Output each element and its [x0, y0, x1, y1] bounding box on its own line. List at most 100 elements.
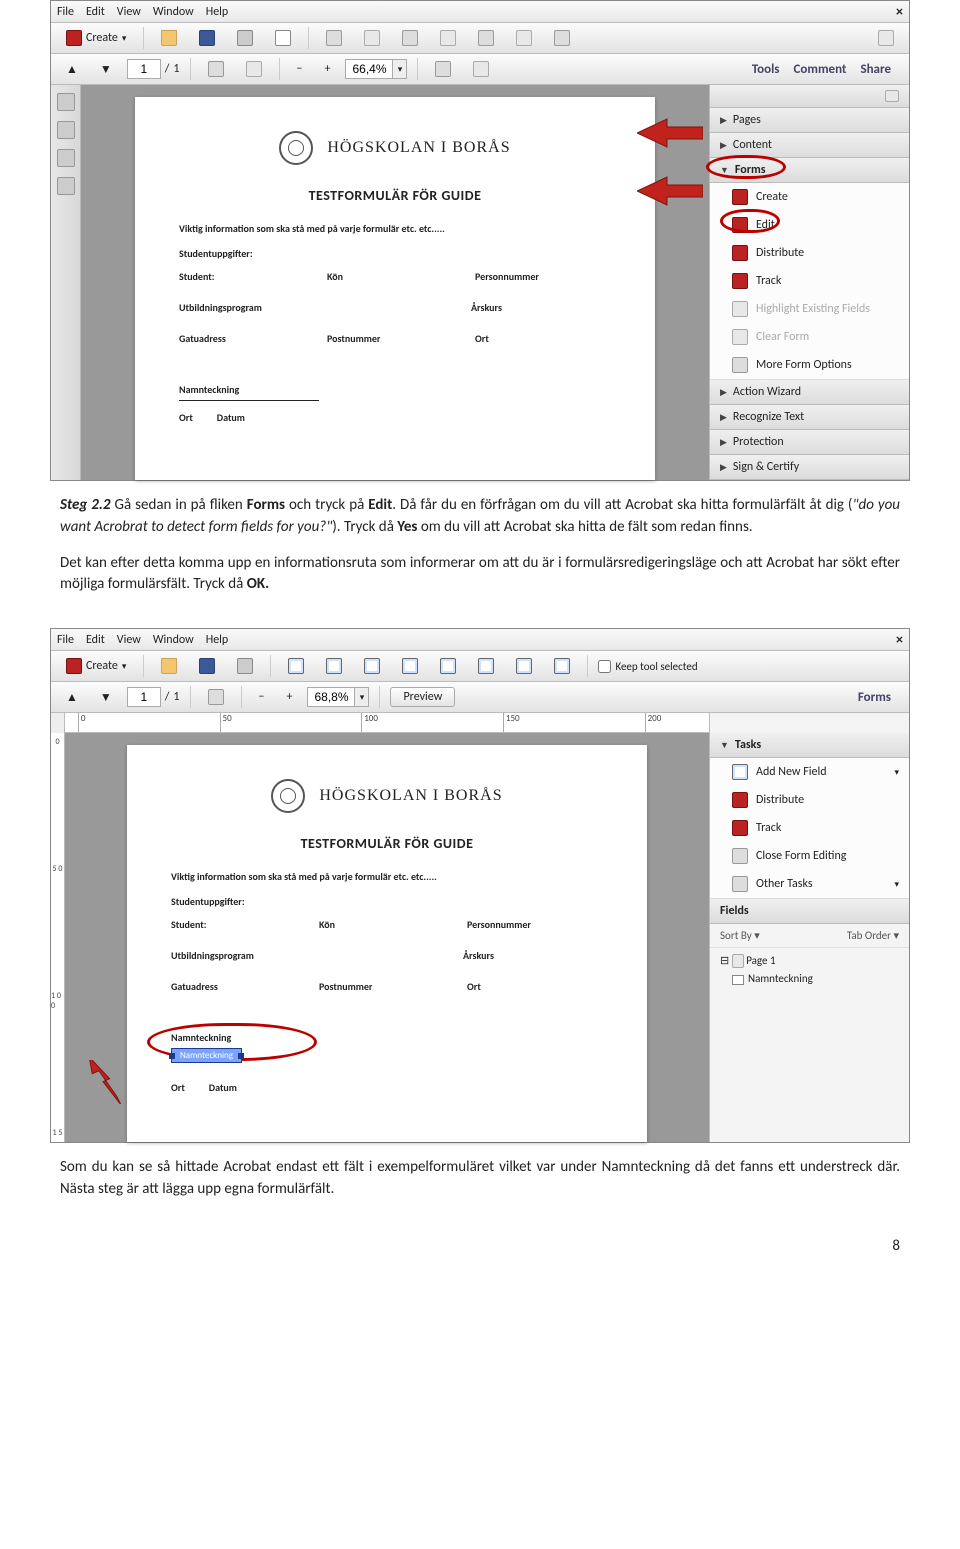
- tree-page1[interactable]: ⊟ Page 1: [720, 952, 899, 970]
- page-input[interactable]: [127, 59, 161, 79]
- panel-plus-icon[interactable]: [710, 85, 909, 108]
- task-other[interactable]: Other Tasks▾: [710, 870, 909, 898]
- panel-forms[interactable]: ▼Forms: [710, 158, 909, 183]
- menu-window[interactable]: Window: [153, 5, 194, 19]
- menu-help[interactable]: Help: [206, 5, 229, 19]
- page-up-icon[interactable]: ▲: [59, 59, 85, 80]
- tool-generic-3-icon[interactable]: [395, 27, 425, 49]
- close-icon[interactable]: ×: [896, 3, 903, 20]
- lbl-prog: Utbildningsprogram: [179, 301, 459, 314]
- field-sign-icon[interactable]: [509, 655, 539, 677]
- expand-panel-icon[interactable]: [871, 27, 901, 49]
- save-icon[interactable]: [192, 27, 222, 49]
- forms-edit[interactable]: Edit: [710, 211, 909, 239]
- preview-button[interactable]: Preview: [390, 687, 455, 707]
- field-barcode-icon[interactable]: [547, 655, 577, 677]
- forms-section: Create Edit Distribute Track Highlight E…: [710, 183, 909, 380]
- zoom2-in-icon[interactable]: +: [280, 687, 300, 707]
- tool-generic-6-icon[interactable]: [509, 27, 539, 49]
- create-button[interactable]: Create ▾: [59, 27, 133, 49]
- task-close[interactable]: Close Form Editing: [710, 842, 909, 870]
- page-down-icon[interactable]: ▼: [93, 59, 119, 80]
- zoom-in-icon[interactable]: +: [318, 59, 338, 79]
- view-b-icon[interactable]: [466, 58, 496, 80]
- panel-protection[interactable]: ▶Protection: [710, 430, 909, 455]
- menu2-file[interactable]: File: [57, 633, 74, 647]
- lbl-kon: Kön: [327, 270, 463, 283]
- create-label: Create: [86, 31, 118, 45]
- link-tools[interactable]: Tools: [752, 62, 780, 77]
- save2-icon[interactable]: [192, 655, 222, 677]
- task-add-field[interactable]: Add New Field▾: [710, 758, 909, 786]
- acrobat-window-1: File Edit View Window Help × Create ▾ ▲ …: [50, 0, 910, 481]
- forms-track[interactable]: Track: [710, 267, 909, 295]
- tree-field-namnteckning[interactable]: Namnteckning: [720, 970, 899, 987]
- detected-field-label[interactable]: Namnteckning: [171, 1048, 242, 1063]
- link2-forms[interactable]: Forms: [858, 690, 891, 705]
- zoom2-input[interactable]: [307, 687, 355, 707]
- create2-button[interactable]: Create ▾: [59, 655, 133, 677]
- thumbnails-icon[interactable]: [57, 93, 75, 111]
- menu-file[interactable]: File: [57, 5, 74, 19]
- tool-generic-2-icon[interactable]: [357, 27, 387, 49]
- task-distribute[interactable]: Distribute: [710, 786, 909, 814]
- zoom2-out-icon[interactable]: −: [252, 687, 272, 707]
- field-check-icon[interactable]: [319, 655, 349, 677]
- attachments-icon[interactable]: [57, 149, 75, 167]
- open-icon[interactable]: [154, 27, 184, 49]
- page2-input[interactable]: [127, 687, 161, 707]
- sortby-button[interactable]: Sort By ▾: [720, 929, 760, 942]
- forms-more[interactable]: More Form Options: [710, 351, 909, 379]
- panel-sign[interactable]: ▶Sign & Certify: [710, 455, 909, 480]
- menu2-help[interactable]: Help: [206, 633, 229, 647]
- page2-up-icon[interactable]: ▲: [59, 687, 85, 708]
- panel-recognize[interactable]: ▶Recognize Text: [710, 405, 909, 430]
- link-share[interactable]: Share: [860, 62, 891, 77]
- tool-generic-7-icon[interactable]: [547, 27, 577, 49]
- field-combo-icon[interactable]: [433, 655, 463, 677]
- fields-header[interactable]: Fields: [710, 899, 909, 924]
- panel-pages[interactable]: ▶Pages: [710, 108, 909, 133]
- tool-generic-4-icon[interactable]: [433, 27, 463, 49]
- zoom2-dropdown-icon[interactable]: ▾: [355, 687, 369, 707]
- tool-generic-1-icon[interactable]: [319, 27, 349, 49]
- field-list-icon[interactable]: [395, 655, 425, 677]
- bookmarks-icon[interactable]: [57, 121, 75, 139]
- forms-highlight: Highlight Existing Fields: [710, 295, 909, 323]
- view-a-icon[interactable]: [428, 58, 458, 80]
- menu2-view[interactable]: View: [117, 633, 141, 647]
- menu2-window[interactable]: Window: [153, 633, 194, 647]
- page2-down-icon[interactable]: ▼: [93, 687, 119, 708]
- print2-icon[interactable]: [230, 655, 260, 677]
- menu-edit[interactable]: Edit: [86, 5, 105, 19]
- forms-create[interactable]: Create: [710, 183, 909, 211]
- forms-distribute[interactable]: Distribute: [710, 239, 909, 267]
- mail-icon[interactable]: [268, 27, 298, 49]
- keep-tool-checkbox[interactable]: [598, 660, 611, 673]
- field-text-icon[interactable]: [281, 655, 311, 677]
- hand2-icon[interactable]: [201, 686, 231, 708]
- zoom-dropdown-icon[interactable]: ▾: [393, 59, 407, 79]
- menu-view[interactable]: View: [117, 5, 141, 19]
- panel-action-wizard[interactable]: ▶Action Wizard: [710, 380, 909, 405]
- field-button-icon[interactable]: [471, 655, 501, 677]
- tool-generic-5-icon[interactable]: [471, 27, 501, 49]
- tasks-header[interactable]: ▼Tasks: [710, 733, 909, 758]
- hand-tool-icon[interactable]: [201, 58, 231, 80]
- keep-tool-check[interactable]: Keep tool selected: [598, 660, 697, 673]
- signatures-nav-icon[interactable]: [57, 177, 75, 195]
- close-icon-2[interactable]: ×: [896, 631, 903, 648]
- lbl2-datum: Datum: [209, 1081, 237, 1094]
- zoom-input[interactable]: [345, 59, 393, 79]
- select-tool-icon[interactable]: [239, 58, 269, 80]
- zoom-out-icon[interactable]: −: [290, 59, 310, 79]
- print-icon[interactable]: [230, 27, 260, 49]
- open2-icon[interactable]: [154, 655, 184, 677]
- field-radio-icon[interactable]: [357, 655, 387, 677]
- menu2-edit[interactable]: Edit: [86, 633, 105, 647]
- taborder-button[interactable]: Tab Order ▾: [847, 929, 899, 942]
- lbl-pnr: Personnummer: [475, 270, 611, 283]
- lbl-namnt: Namnteckning: [179, 383, 611, 396]
- task-track[interactable]: Track: [710, 814, 909, 842]
- link-comment[interactable]: Comment: [794, 62, 847, 77]
